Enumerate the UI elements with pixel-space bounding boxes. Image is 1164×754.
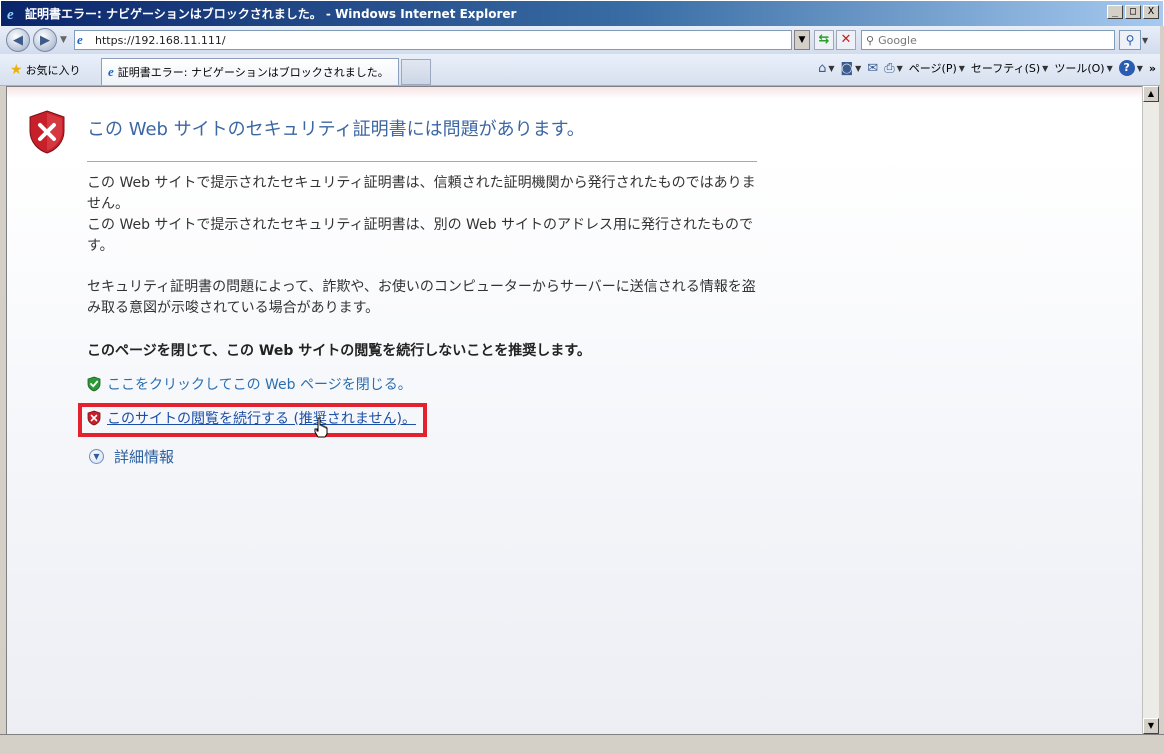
status-bar <box>0 734 1164 754</box>
address-mismatch-text: この Web サイトで提示されたセキュリティ証明書は、別の Web サイトのアド… <box>87 217 754 254</box>
window-title-bar[interactable]: e 証明書エラー: ナビゲーションはブロックされました。 - Windows I… <box>0 0 1164 26</box>
forward-arrow-icon: ▶ <box>40 32 50 48</box>
minimize-button[interactable]: _ <box>1107 5 1123 19</box>
search-placeholder: Google <box>878 33 917 47</box>
address-toolbar: ◀ ▶ ▼ e https://192.168.11.111/ ▼ ⇆ ✕ ⚲ … <box>0 26 1164 54</box>
more-commands-chevron[interactable]: » <box>1149 62 1156 75</box>
stop-button[interactable]: ✕ <box>836 30 856 50</box>
hand-pointer-cursor-icon <box>313 417 329 439</box>
error-shield-small-icon <box>87 410 101 426</box>
favorites-button[interactable]: お気に入り <box>26 62 81 78</box>
search-icon: ⚲ <box>1125 33 1135 47</box>
top-gradient-divider <box>7 87 1142 99</box>
feeds-dropdown[interactable]: ▼ <box>855 64 861 73</box>
refresh-button[interactable]: ⇆ <box>814 30 834 50</box>
search-options-dropdown[interactable]: ▼ <box>1142 36 1150 45</box>
tab-current[interactable]: e 証明書エラー: ナビゲーションはブロックされました。 <box>101 58 399 85</box>
search-input[interactable]: ⚲ Google <box>861 30 1115 50</box>
page-menu-dropdown[interactable]: ▼ <box>959 64 965 73</box>
favorites-star-icon[interactable]: ★ <box>10 62 23 78</box>
page-icon: e <box>108 64 114 79</box>
stop-icon: ✕ <box>840 32 852 47</box>
command-bar: ★ お気に入り e 証明書エラー: ナビゲーションはブロックされました。 ⌂ ▼… <box>0 54 1164 86</box>
scroll-up-button[interactable]: ▲ <box>1143 86 1159 102</box>
untrusted-issuer-text: この Web サイトで提示されたセキュリティ証明書は、信頼された証明機関から発行… <box>87 175 756 212</box>
back-button[interactable]: ◀ <box>6 28 30 52</box>
help-dropdown[interactable]: ▼ <box>1137 64 1143 73</box>
search-provider-icon: ⚲ <box>866 33 875 47</box>
print-dropdown[interactable]: ▼ <box>897 64 903 73</box>
heading-divider <box>87 161 757 162</box>
mail-icon[interactable]: ✉ <box>867 61 878 76</box>
error-shield-icon <box>27 109 67 155</box>
print-icon[interactable]: ⎙ <box>884 61 894 76</box>
expand-chevron-icon: ▼ <box>89 449 104 464</box>
new-tab-button[interactable] <box>401 59 431 85</box>
feeds-icon[interactable]: ◙ <box>841 61 854 76</box>
risk-warning-text: セキュリティ証明書の問題によって、詐欺や、お使いのコンピューターからサーバーに送… <box>87 279 756 316</box>
close-page-link[interactable]: ここをクリックしてこの Web ページを閉じる。 <box>87 374 412 394</box>
tools-menu[interactable]: ツール(O) <box>1054 60 1104 76</box>
window-title: 証明書エラー: ナビゲーションはブロックされました。 - Windows Int… <box>25 7 517 21</box>
ok-shield-icon <box>87 376 101 392</box>
safety-menu-dropdown[interactable]: ▼ <box>1042 64 1048 73</box>
certificate-error-page: この Web サイトのセキュリティ証明書には問題があります。 この Web サイ… <box>6 86 1142 750</box>
home-dropdown[interactable]: ▼ <box>828 64 834 73</box>
address-dropdown-button[interactable]: ▼ <box>794 30 810 50</box>
safety-menu[interactable]: セーフティ(S) <box>971 60 1040 76</box>
page-icon: e <box>77 32 83 47</box>
search-button[interactable]: ⚲ <box>1119 30 1141 50</box>
maximize-button[interactable]: □ <box>1125 5 1141 19</box>
page-menu[interactable]: ページ(P) <box>909 60 957 76</box>
recommendation-text: このページを閉じて、この Web サイトの閲覧を続行しないことを推奨します。 <box>87 343 591 359</box>
window-frame <box>1160 26 1164 754</box>
more-info-toggle[interactable]: ▼ 詳細情報 <box>89 446 174 467</box>
home-icon[interactable]: ⌂ <box>818 61 826 76</box>
tab-label: 証明書エラー: ナビゲーションはブロックされました。 <box>117 66 389 79</box>
close-page-link-label[interactable]: ここをクリックしてこの Web ページを閉じる。 <box>107 374 412 394</box>
ie-logo-icon: e <box>5 6 21 23</box>
address-url[interactable]: https://192.168.11.111/ <box>95 34 226 47</box>
recent-pages-dropdown[interactable]: ▼ <box>60 35 70 45</box>
more-info-label[interactable]: 詳細情報 <box>114 446 174 467</box>
refresh-icon: ⇆ <box>818 32 830 47</box>
tools-menu-dropdown[interactable]: ▼ <box>1107 64 1113 73</box>
forward-button[interactable]: ▶ <box>33 28 57 52</box>
back-arrow-icon: ◀ <box>13 32 23 48</box>
close-button[interactable]: X <box>1143 5 1159 19</box>
continue-to-site-link[interactable]: このサイトの閲覧を続行する (推奨されません)。 <box>87 408 416 428</box>
svg-text:e: e <box>7 7 14 22</box>
scroll-down-button[interactable]: ▼ <box>1143 718 1159 734</box>
page-heading: この Web サイトのセキュリティ証明書には問題があります。 <box>87 119 585 140</box>
help-icon[interactable]: ? <box>1118 60 1135 76</box>
continue-to-site-link-label[interactable]: このサイトの閲覧を続行する (推奨されません)。 <box>107 408 416 428</box>
vertical-scrollbar[interactable]: ▲ ▼ <box>1142 86 1159 734</box>
address-input[interactable]: e https://192.168.11.111/ <box>74 30 792 50</box>
